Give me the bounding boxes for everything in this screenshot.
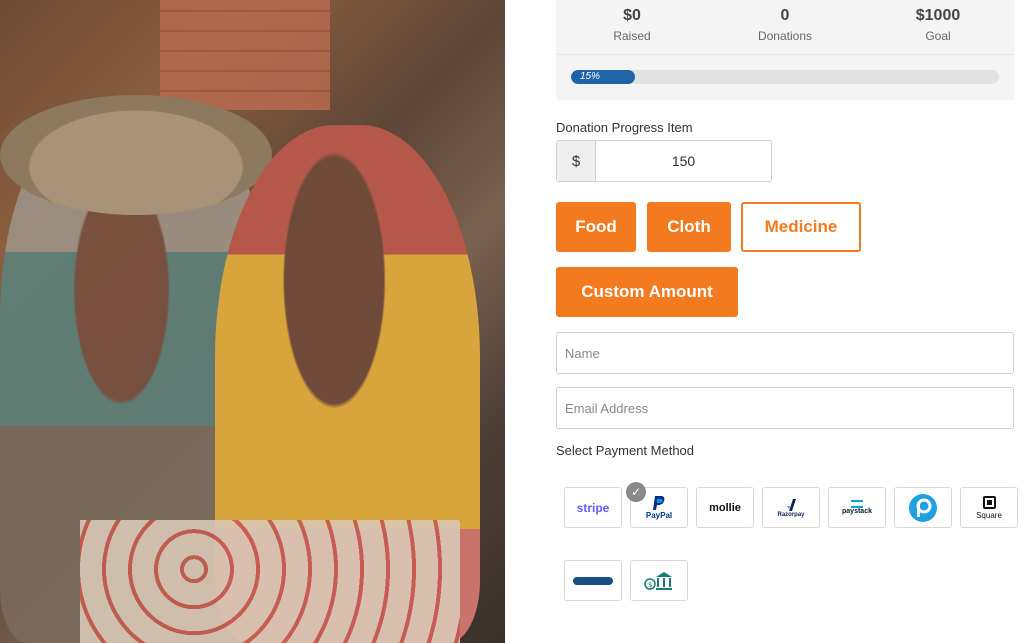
paypal-logo: PayPal [645, 511, 673, 520]
p-gateway-option[interactable] [894, 487, 952, 528]
amount-field[interactable]: $ 150 [556, 140, 772, 182]
stat-label: Donations [757, 29, 813, 43]
square-option[interactable]: Square [960, 487, 1018, 528]
straw-hat [0, 95, 272, 215]
square-icon [982, 495, 996, 509]
wallet-logo-icon [573, 576, 613, 585]
progress-percent: 15% [580, 71, 601, 82]
donation-item-label: Donation Progress Item [556, 120, 693, 135]
item-food-button[interactable]: Food [556, 202, 636, 252]
amount-value[interactable]: 150 [596, 141, 771, 181]
mollie-option[interactable]: mollie [696, 487, 754, 528]
paystack-option[interactable]: paystack [828, 487, 886, 528]
name-field[interactable]: Name [556, 332, 1014, 374]
item-cloth-button[interactable]: Cloth [647, 202, 731, 252]
bank-icon: $ [644, 571, 672, 590]
currency-symbol: $ [557, 141, 596, 181]
selected-check-icon: ✓ [626, 482, 646, 502]
stat-label: Raised [613, 29, 651, 43]
donation-panel: $0 Raised 0 Donations $1000 Goal 15% Don… [505, 0, 1024, 643]
stats-card: $0 Raised 0 Donations $1000 Goal 15% [556, 0, 1014, 100]
stat-value: $0 [623, 7, 641, 24]
brick-wall [160, 0, 330, 110]
custom-amount-button[interactable]: Custom Amount [556, 267, 738, 317]
p-logo-icon [909, 493, 937, 522]
stat-goal: $1000 Goal [863, 6, 1013, 43]
divider [556, 54, 1014, 55]
stripe-option[interactable]: stripe [564, 487, 622, 528]
square-logo: Square [976, 510, 1002, 520]
hero-photo [0, 0, 505, 643]
paystack-logo: paystack [842, 508, 872, 515]
paymaster-option[interactable] [564, 560, 622, 601]
payment-method-label: Select Payment Method [556, 443, 695, 458]
progress-bar [571, 70, 999, 84]
razorpay-icon [787, 498, 796, 511]
stat-value: $1000 [915, 7, 961, 24]
item-medicine-button[interactable]: Medicine [741, 202, 861, 252]
stat-donations: 0 Donations [710, 6, 860, 43]
mollie-logo: mollie [709, 501, 741, 514]
stripe-logo: stripe [576, 500, 610, 515]
stat-raised: $0 Raised [557, 6, 707, 43]
stat-value: 0 [780, 7, 790, 24]
bank-transfer-option[interactable]: $ [630, 560, 688, 601]
svg-text:$: $ [648, 581, 652, 589]
floral-cloth [80, 520, 460, 643]
stat-label: Goal [925, 29, 951, 43]
razorpay-logo: Razorpay [777, 511, 805, 518]
email-field[interactable]: Email Address [556, 387, 1014, 429]
paypal-icon [653, 496, 665, 510]
razorpay-option[interactable]: Razorpay [762, 487, 820, 528]
paystack-icon [851, 500, 863, 508]
